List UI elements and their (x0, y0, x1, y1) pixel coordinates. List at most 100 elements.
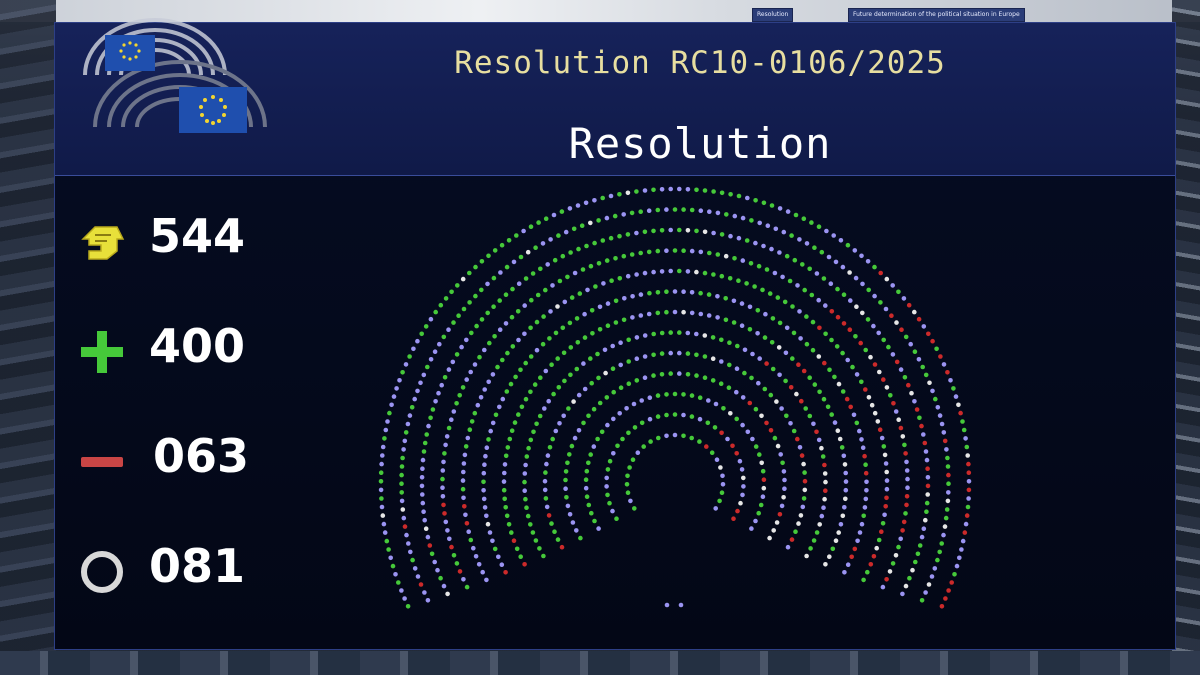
seat-dot (842, 462, 848, 467)
seat-dot (651, 228, 656, 234)
seat-dot (787, 278, 793, 284)
seat-dot (384, 538, 390, 544)
seat-dot (677, 371, 682, 376)
seat-dot (513, 374, 518, 380)
seat-dot (443, 296, 449, 301)
seat-dot (572, 435, 578, 441)
seat-dot (812, 245, 817, 250)
seat-dot (543, 216, 549, 221)
seat-dot (632, 425, 638, 430)
seat-dot (399, 481, 404, 487)
seat-dot (698, 311, 704, 317)
seat-dot (481, 479, 486, 485)
seat-dot (655, 290, 661, 295)
seat-dot (752, 284, 757, 289)
seat-dot (685, 269, 691, 274)
seat-dot (635, 450, 641, 456)
seat-dot (647, 416, 653, 422)
seat-dot (925, 492, 930, 497)
seat-dot (378, 479, 384, 484)
seat-dot (478, 395, 484, 400)
seat-dot (718, 465, 723, 470)
seat-dot (629, 252, 635, 257)
seat-dot (449, 289, 454, 295)
seat-dot (405, 421, 411, 427)
seat-dot (744, 238, 750, 243)
seat-dot (923, 517, 928, 523)
seat-dot (719, 490, 725, 496)
seat-dot (446, 327, 451, 332)
seat-dot (677, 186, 682, 192)
seat-dot (883, 461, 889, 466)
seat-dot (836, 530, 841, 535)
seat-dot (685, 372, 691, 377)
seat-dot (568, 372, 573, 378)
seat-dot (582, 335, 588, 340)
seat-dot (592, 198, 597, 203)
seat-dot (454, 561, 460, 566)
seat-dot (440, 476, 445, 482)
seat-dot (913, 559, 918, 565)
seat-dot (430, 407, 436, 412)
seat-dot (479, 259, 485, 264)
seat-dot (501, 487, 507, 493)
seat-dot (607, 500, 612, 506)
seat-dot (853, 334, 858, 339)
seat-dot (794, 391, 799, 397)
seat-dot (761, 200, 767, 206)
seat-dot (772, 270, 778, 276)
seat-dot (492, 334, 497, 339)
seat-dot (740, 215, 746, 221)
seat-dot (715, 210, 721, 216)
seat-dot (883, 306, 889, 312)
seat-dot (880, 584, 886, 590)
seat-dot (882, 452, 888, 458)
seat-dot (531, 429, 536, 435)
seat-dot (804, 341, 810, 347)
seat-dot (901, 296, 907, 301)
seat-dot (391, 394, 397, 399)
seat-dot (638, 250, 643, 256)
seat-dot (702, 270, 708, 276)
seat-dot (854, 372, 860, 377)
seat-dot (829, 337, 834, 343)
seat-dot (484, 445, 490, 451)
seat-dot (814, 271, 820, 276)
tally-present: 544 (55, 203, 315, 273)
seat-dot (400, 507, 406, 512)
seat-dot (556, 385, 562, 390)
seat-dot (523, 462, 528, 468)
seat-dot (522, 331, 527, 337)
seat-dot (792, 257, 798, 263)
seat-dot (681, 248, 686, 253)
seat-dot (571, 226, 577, 232)
seat-dot (723, 253, 729, 259)
seat-dot (902, 442, 907, 448)
seat-dot (935, 557, 940, 563)
seat-dot (593, 284, 598, 289)
seat-dot (402, 524, 408, 529)
seat-dot (433, 309, 438, 315)
seat-dot (719, 430, 724, 436)
seat-dot (379, 496, 384, 501)
seat-dot (642, 270, 648, 276)
seat-dot (486, 379, 491, 385)
seat-dot (941, 430, 947, 435)
seat-dot (738, 500, 743, 506)
seat-dot (596, 375, 601, 381)
seat-dot (382, 530, 388, 535)
seat-dot (706, 398, 711, 403)
seat-dot (672, 248, 678, 253)
seat-dot (632, 506, 637, 511)
seat-dot (659, 372, 665, 377)
seat-dot (807, 266, 812, 272)
seat-dot (586, 413, 591, 419)
seat-dot (872, 264, 877, 270)
seat-dot (728, 411, 733, 416)
seat-dot (835, 286, 840, 292)
seat-dot (505, 350, 510, 356)
seat-dot (668, 350, 673, 356)
seat-dot (862, 505, 868, 510)
seat-dot (502, 462, 508, 467)
seat-dot (651, 352, 656, 358)
